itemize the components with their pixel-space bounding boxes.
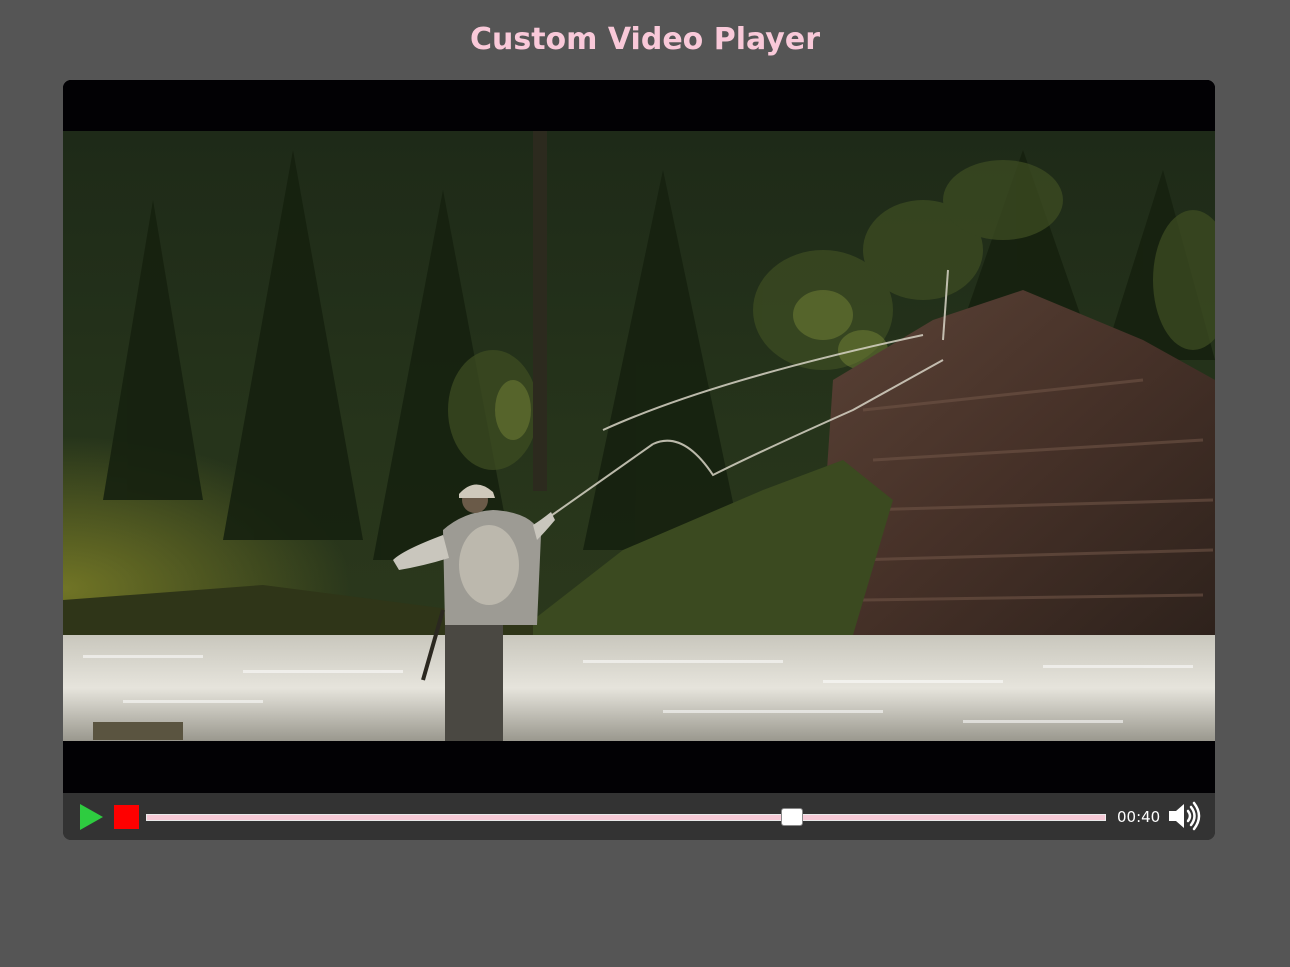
video-picture bbox=[63, 80, 1215, 793]
volume-icon bbox=[1169, 801, 1201, 831]
play-icon bbox=[80, 804, 103, 830]
stop-button[interactable] bbox=[114, 805, 139, 829]
progress-track bbox=[146, 814, 1106, 821]
video-player: 00:40 bbox=[63, 80, 1215, 840]
progress-slider[interactable] bbox=[146, 808, 1106, 826]
play-button[interactable] bbox=[77, 803, 105, 831]
progress-thumb[interactable] bbox=[781, 808, 804, 826]
controls-bar: 00:40 bbox=[63, 793, 1215, 840]
video-frame[interactable] bbox=[63, 80, 1215, 793]
current-time: 00:40 bbox=[1117, 808, 1161, 826]
volume-button[interactable] bbox=[1167, 801, 1201, 831]
page-title: Custom Video Player bbox=[469, 22, 821, 57]
page: Custom Video Player 00:40 bbox=[0, 0, 1290, 967]
